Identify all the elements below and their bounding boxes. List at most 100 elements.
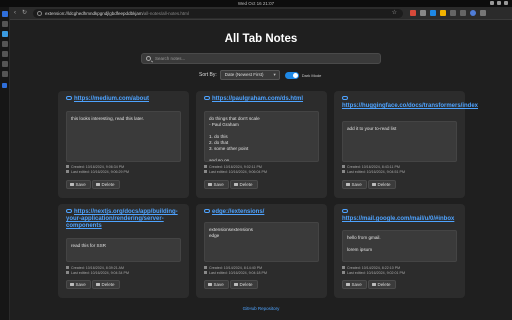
clock-icon bbox=[342, 169, 345, 173]
note-card: https://mail.google.com/mail/u/0/#inbox … bbox=[334, 204, 465, 298]
address-bar[interactable]: extension://ldcghedhmndkpgndjlgbdfeepddb… bbox=[33, 9, 403, 18]
toggle-knob bbox=[292, 72, 298, 78]
site-info-icon[interactable] bbox=[37, 11, 42, 16]
note-timestamps: Created: 10/14/2024, 8:22:10 PM Last edi… bbox=[342, 266, 405, 276]
delete-button[interactable]: Delete bbox=[230, 180, 258, 189]
search-box[interactable] bbox=[141, 53, 381, 64]
url-text[interactable]: extension://ldcghedhmndkpgndjlgbdfeepddb… bbox=[45, 9, 189, 18]
delete-button[interactable]: Delete bbox=[92, 180, 120, 189]
trash-icon bbox=[372, 182, 376, 186]
app-launcher-icon[interactable] bbox=[2, 11, 8, 17]
sort-label: Sort By: bbox=[199, 72, 217, 78]
trash-icon bbox=[96, 182, 100, 186]
profile-avatar-icon[interactable] bbox=[470, 10, 476, 16]
save-icon bbox=[346, 282, 350, 286]
extensions-puzzle-icon[interactable] bbox=[450, 10, 456, 16]
browser-app-icon[interactable] bbox=[2, 21, 8, 27]
add-app-icon[interactable] bbox=[2, 83, 7, 88]
note-timestamps: Created: 10/16/2024, 8:39:21 AM Last edi… bbox=[66, 266, 129, 276]
clock-icon bbox=[342, 270, 345, 274]
extension-red-icon[interactable] bbox=[410, 10, 416, 16]
note-card: https://paulgraham.com/ds.html do things… bbox=[196, 91, 327, 198]
edited-date: Last edited: 10/16/2024, 9:04:51 PM bbox=[342, 169, 405, 175]
page-title: All Tab Notes bbox=[224, 33, 298, 45]
trash-icon bbox=[234, 182, 238, 186]
calendar-icon bbox=[204, 165, 207, 168]
system-tray[interactable] bbox=[490, 1, 508, 5]
note-textarea[interactable]: do things that don't scale - Paul Graham… bbox=[204, 111, 319, 162]
note-textarea[interactable]: this looks interesting, read this later. bbox=[66, 111, 181, 162]
search-input[interactable] bbox=[155, 54, 375, 63]
menu-icon[interactable] bbox=[480, 10, 486, 16]
dark-mode-toggle[interactable] bbox=[284, 71, 299, 79]
note-textarea[interactable]: extensionsextensions edge bbox=[204, 222, 319, 262]
power-icon[interactable] bbox=[504, 1, 508, 5]
delete-button[interactable]: Delete bbox=[368, 280, 396, 289]
save-button[interactable]: Save bbox=[204, 280, 229, 289]
save-icon bbox=[208, 282, 212, 286]
terminal-app-icon[interactable] bbox=[2, 71, 8, 77]
note-textarea[interactable]: add it to your to-read list bbox=[342, 121, 457, 162]
active-app-icon[interactable] bbox=[2, 31, 8, 37]
save-icon bbox=[208, 182, 212, 186]
calendar-icon bbox=[66, 266, 69, 269]
left-dock bbox=[0, 7, 10, 320]
calendar-icon bbox=[342, 266, 345, 269]
save-button[interactable]: Save bbox=[66, 280, 91, 289]
settings-app-icon[interactable] bbox=[2, 61, 8, 67]
note-url-link[interactable]: edge://extensions/ bbox=[204, 209, 322, 216]
clock-icon bbox=[204, 270, 207, 274]
link-icon bbox=[204, 209, 210, 213]
os-clock: Wed Oct 16 21:07 bbox=[237, 1, 275, 6]
trash-icon bbox=[372, 282, 376, 286]
link-icon bbox=[204, 96, 210, 100]
sort-select[interactable]: Date (Newest First) ▾ bbox=[219, 70, 280, 80]
os-top-bar: Wed Oct 16 21:07 bbox=[0, 0, 512, 7]
trash-icon bbox=[96, 282, 100, 286]
bookmark-star-icon[interactable]: ☆ bbox=[392, 9, 397, 18]
note-card: https://huggingface.co/docs/transformers… bbox=[334, 91, 478, 198]
github-repository-link[interactable]: GitHub Repository bbox=[10, 306, 512, 311]
volume-icon[interactable] bbox=[497, 1, 501, 5]
note-url-link[interactable]: https://mail.google.com/mail/u/0/#inbox bbox=[342, 209, 460, 223]
note-textarea[interactable]: hello from gmail. lorem ipsum bbox=[342, 230, 457, 262]
delete-button[interactable]: Delete bbox=[92, 280, 120, 289]
notes-app-icon[interactable] bbox=[2, 51, 8, 57]
split-view-icon[interactable] bbox=[460, 10, 466, 16]
extension-yellow-icon[interactable] bbox=[440, 10, 446, 16]
chevron-down-icon: ▾ bbox=[273, 72, 276, 77]
files-app-icon[interactable] bbox=[2, 41, 8, 47]
extension-gray-icon[interactable] bbox=[420, 10, 426, 16]
clock-icon bbox=[66, 270, 69, 274]
note-timestamps: Created: 10/16/2024, 8:43:11 PM Last edi… bbox=[342, 165, 405, 175]
network-icon[interactable] bbox=[490, 1, 494, 5]
note-url-link[interactable]: https://medium.com/about bbox=[66, 96, 184, 103]
clock-icon bbox=[204, 169, 207, 173]
save-icon bbox=[346, 182, 350, 186]
delete-button[interactable]: Delete bbox=[230, 280, 258, 289]
note-url-link[interactable]: https://nextjs.org/docs/app/building-you… bbox=[66, 209, 184, 230]
note-url-link[interactable]: https://paulgraham.com/ds.html bbox=[204, 96, 322, 103]
delete-button[interactable]: Delete bbox=[368, 180, 396, 189]
link-icon bbox=[342, 96, 348, 100]
edited-date: Last edited: 10/16/2024, 9:02:01 PM bbox=[342, 270, 405, 276]
dark-mode-label: Dark Mode bbox=[301, 72, 322, 78]
save-button[interactable]: Save bbox=[204, 180, 229, 189]
save-button[interactable]: Save bbox=[66, 180, 91, 189]
extension-blue-icon[interactable] bbox=[430, 10, 436, 16]
edited-date: Last edited: 10/16/2024, 9:04:18 PM bbox=[204, 270, 267, 276]
controls-row: Sort By: Date (Newest First) ▾ Dark Mode bbox=[199, 70, 321, 80]
edited-date: Last edited: 10/16/2024, 9:06:29 PM bbox=[66, 169, 129, 175]
save-button[interactable]: Save bbox=[342, 180, 367, 189]
note-url-link[interactable]: https://huggingface.co/docs/transformers… bbox=[342, 96, 478, 110]
extension-icons bbox=[410, 10, 486, 16]
note-textarea[interactable]: read this for SSR bbox=[66, 238, 181, 262]
save-button[interactable]: Save bbox=[342, 280, 367, 289]
calendar-icon bbox=[204, 266, 207, 269]
note-card: https://nextjs.org/docs/app/building-you… bbox=[58, 204, 189, 298]
trash-icon bbox=[234, 282, 238, 286]
back-icon[interactable]: ‹ bbox=[14, 10, 16, 17]
note-timestamps: Created: 10/14/2024, 8:14:40 PM Last edi… bbox=[204, 266, 267, 276]
note-card: https://medium.com/about this looks inte… bbox=[58, 91, 189, 198]
reload-icon[interactable]: ↻ bbox=[22, 10, 27, 17]
